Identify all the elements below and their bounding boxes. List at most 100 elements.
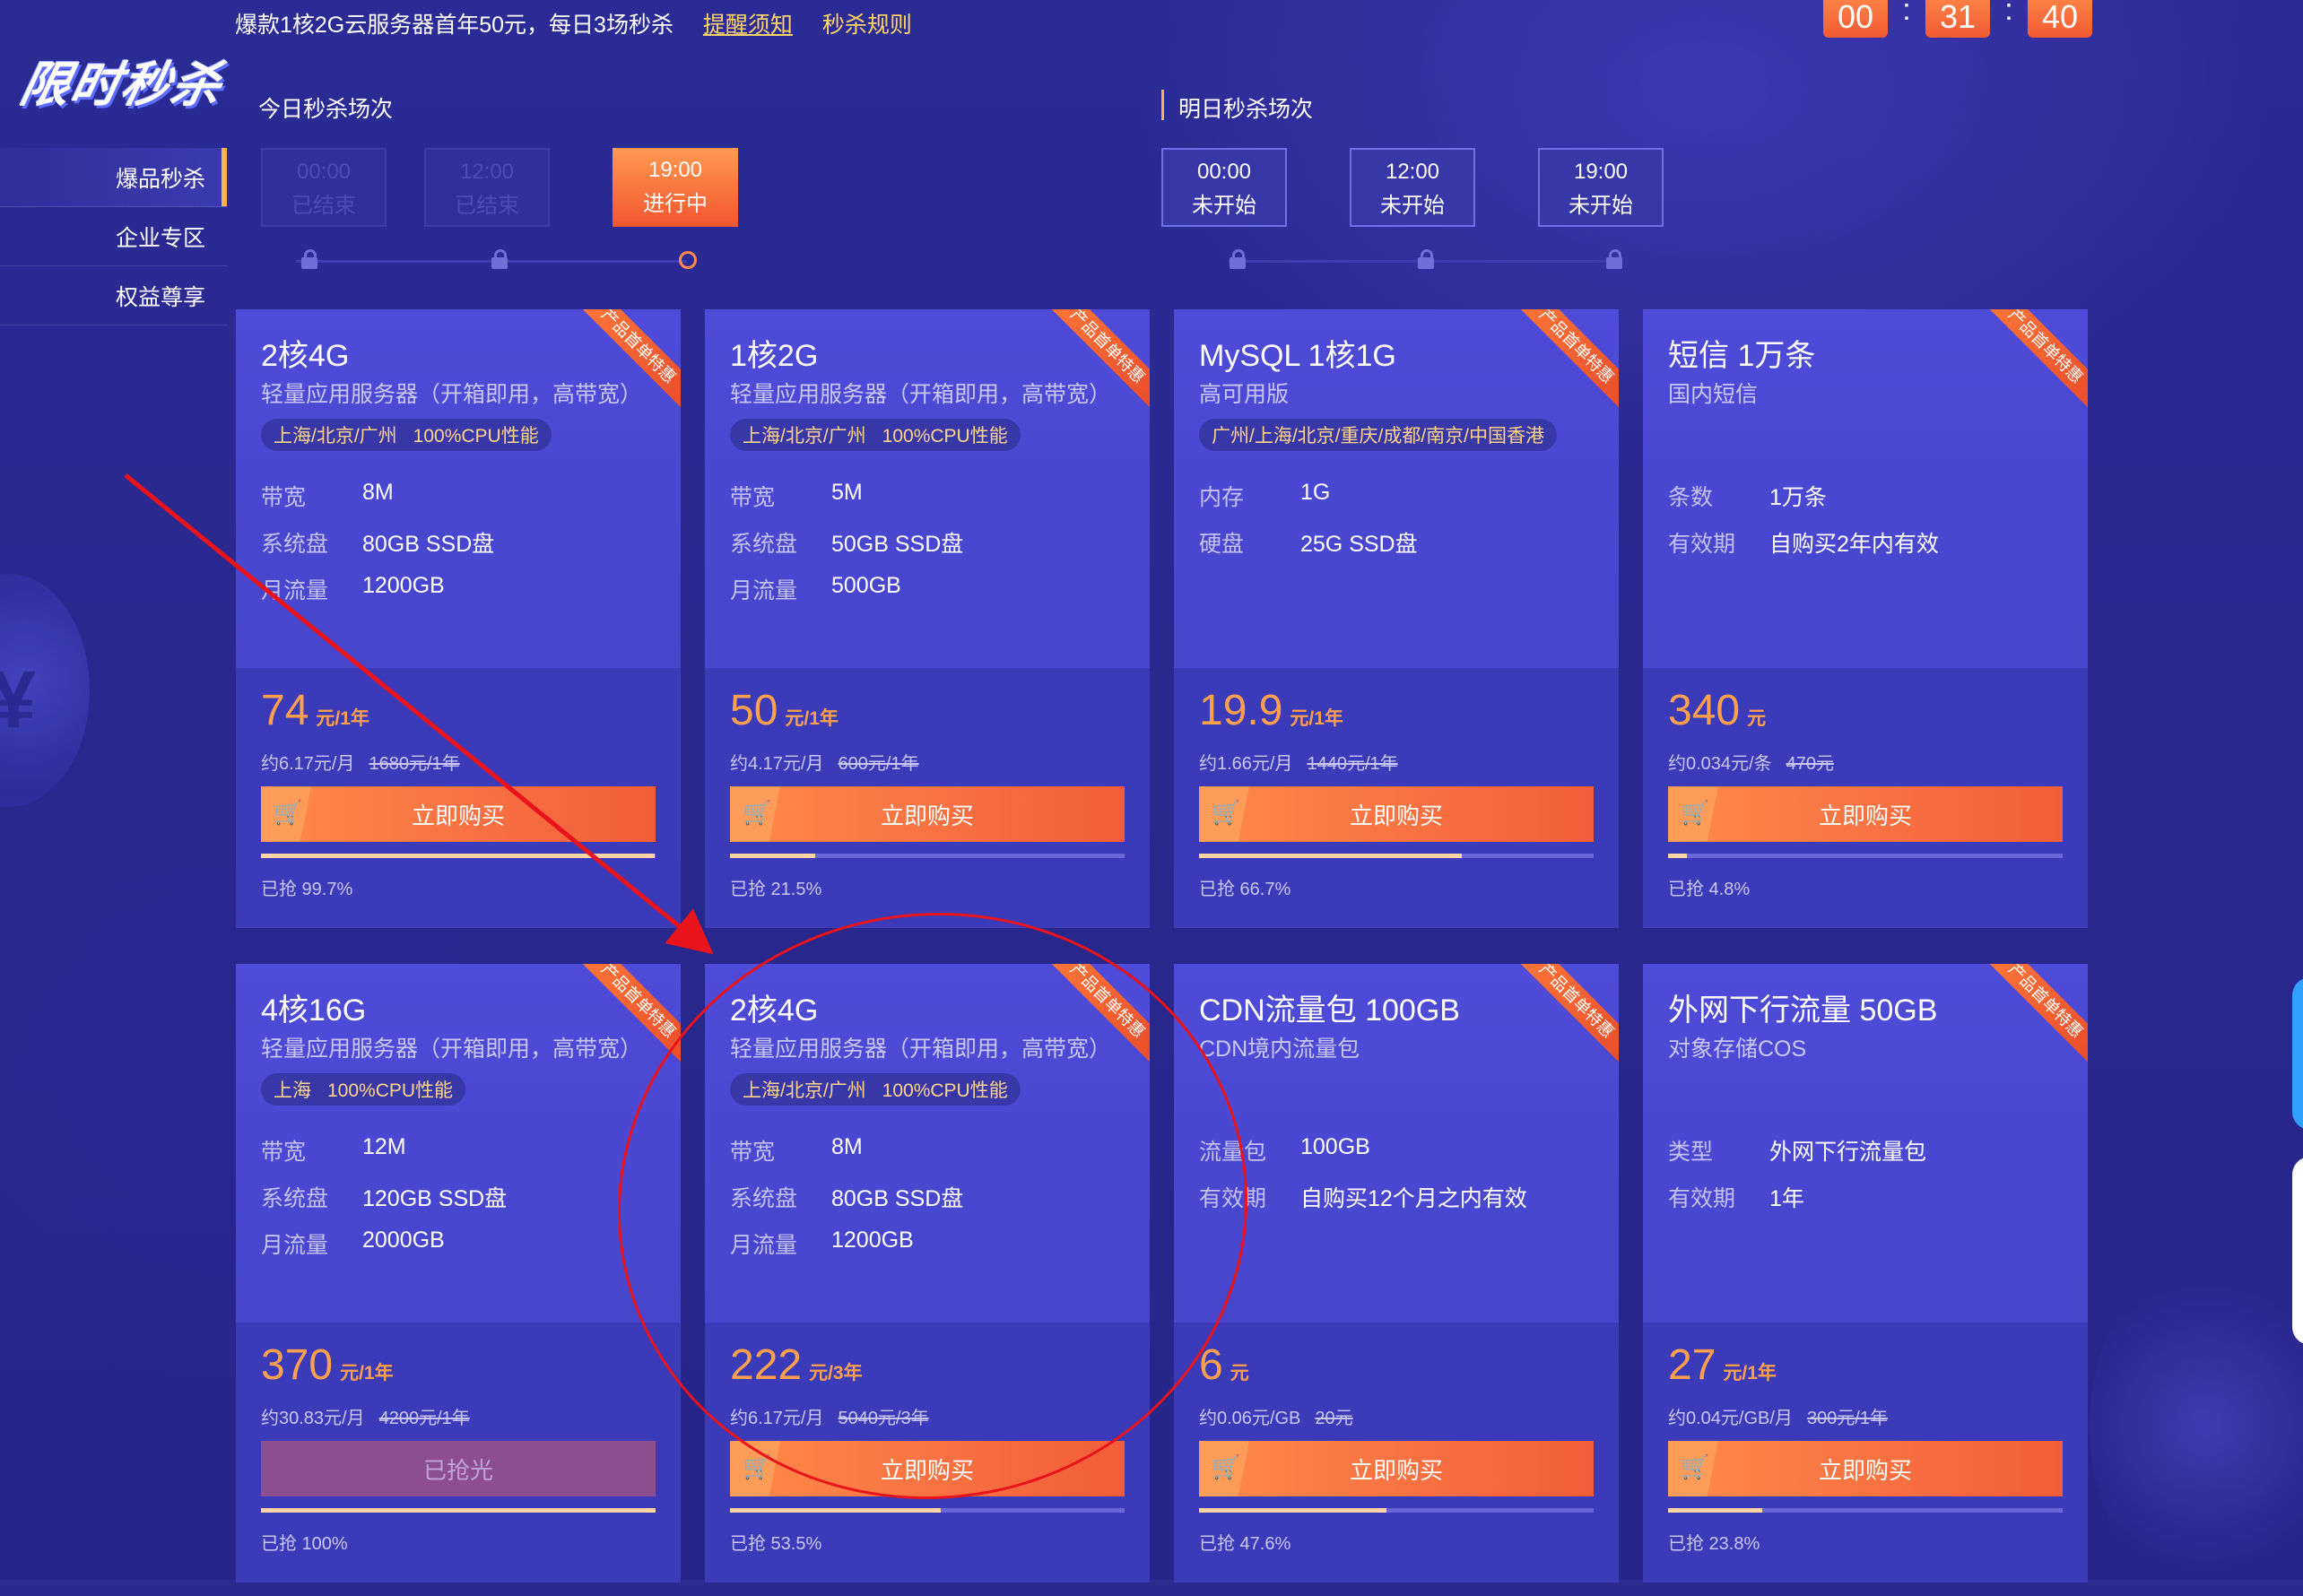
product-card: 产品首单特惠 短信 1万条 国内短信 条数 1万条 有效期 自购买2年内有效 340 元约0.0… [1643,309,2088,928]
sale-progress-bar [1668,1508,2063,1513]
unit-price: 约0.034元/条 [1668,754,1772,774]
spec-label: 有效期 [1199,1186,1267,1211]
unit-price: 约0.06元/GB [1199,1409,1301,1428]
spec-label: 有效期 [1668,532,1736,557]
spec-label: 硬盘 [1199,532,1245,557]
price-value: 50 [730,687,778,734]
price-value: 340 [1668,687,1741,734]
sale-progress-bar [730,1508,1125,1513]
today-sessions-title: 今日秒杀场次 [258,97,394,122]
unit-price: 约4.17元/月 [730,754,824,774]
spec-value: 2000GB [362,1227,445,1253]
price: 340 元 [1668,686,1766,735]
buy-now-button[interactable]: 🛒 立即购买 [1668,1441,2063,1496]
spec-row: 系统盘 120GB SSD盘 [261,1181,507,1213]
unit-price: 约0.04元/GB/月 [1668,1409,1793,1428]
price: 6元 [1199,1340,1249,1390]
spec-label: 系统盘 [730,532,798,557]
buy-now-button[interactable]: 🛒 立即购买 [261,786,656,842]
spec-label: 月流量 [261,1233,329,1258]
buy-now-button[interactable]: 🛒 立即购买 [1199,1441,1594,1496]
spec-row: 类型 外网下行流量包 [1668,1134,1926,1167]
reminder-link[interactable]: 提醒须知 [703,13,793,38]
session-today-0000[interactable]: 00:00 已结束 [261,148,387,227]
spec-row: 系统盘 50GB SSD盘 [730,526,963,559]
sidebar-item-benefits[interactable]: 权益尊享 [0,266,227,325]
session-today-1900[interactable]: 19:00 进行中 [613,148,738,227]
price-detail: 约1.66元/月 1440元/1年 [1199,749,1398,775]
spec-value: 自购买2年内有效 [1769,532,1939,557]
tag-region: 上海/北京/广州 100%CPU性能 [730,1073,1021,1106]
lock-icon [1604,249,1624,269]
spec-label: 类型 [1668,1140,1714,1165]
sold-out-button: 已抢光 [261,1441,656,1496]
price-detail: 约6.17元/月 5040元/3年 [730,1403,929,1429]
spec-value: 25G SSD盘 [1300,532,1418,557]
spec-value: 12M [362,1134,406,1159]
unit-price: 约30.83元/月 [261,1409,365,1428]
price-value: 6 [1199,1341,1223,1389]
sale-progress-bar [1199,1508,1594,1513]
spec-row: 月流量 1200GB [730,1227,914,1260]
price-unit: 元/1年 [1723,1363,1777,1383]
price-unit: 元/1年 [1290,708,1343,729]
spec-row: 带宽 12M [261,1134,406,1167]
cart-icon: 🛒 [1668,786,1718,842]
spec-label: 月流量 [261,578,329,603]
spec-label: 月流量 [730,578,798,603]
sidebar: 爆品秒杀 企业专区 权益尊享 [0,148,227,325]
spec-label: 流量包 [1199,1140,1267,1165]
card-title: 4核16G [261,993,367,1028]
card-subtitle: CDN境内流量包 [1199,1037,1360,1062]
price-unit: 元/3年 [809,1363,863,1383]
price-detail: 约0.06元/GB 20元 [1199,1403,1353,1429]
card-title: CDN流量包 100GB [1199,993,1460,1028]
spec-row: 系统盘 80GB SSD盘 [730,1181,963,1213]
lock-icon [1416,249,1436,269]
session-tomorrow-0000[interactable]: 00:00 未开始 [1161,148,1287,227]
spec-row: 带宽 8M [261,480,394,512]
spec-row: 有效期 自购买12个月之内有效 [1199,1181,1527,1213]
side-float-tab[interactable] [2292,1157,2303,1345]
price: 19.9 元/1年 [1199,686,1343,735]
buy-now-button[interactable]: 🛒 立即购买 [730,786,1125,842]
spec-row: 带宽 5M [730,480,863,512]
spec-label: 月流量 [730,1233,798,1258]
price: 370 元/1年 [261,1340,394,1390]
sale-progress-bar [1668,854,2063,858]
session-tomorrow-1200[interactable]: 12:00 未开始 [1350,148,1475,227]
sale-progress-bar [261,854,656,858]
price-detail: 约4.17元/月 600元/1年 [730,749,919,775]
original-price: 300元/1年 [1806,1409,1888,1428]
buy-now-button[interactable]: 🛒 立即购买 [730,1441,1125,1496]
card-title: 2核4G [261,339,350,373]
rules-link[interactable]: 秒杀规则 [822,13,912,38]
spec-value: 80GB SSD盘 [362,532,495,557]
spec-value: 5M [831,480,863,505]
sidebar-item-hot-sale[interactable]: 爆品秒杀 [0,148,227,207]
card-subtitle: 轻量应用服务器（开箱即用，高带宽） [730,1037,1112,1062]
sidebar-item-enterprise[interactable]: 企业专区 [0,207,227,266]
top-notice: 爆款1核2G云服务器首年50元，每日3场秒杀 提醒须知 秒杀规则 [235,7,912,39]
card-subtitle: 国内短信 [1668,382,1759,407]
card-title: 短信 1万条 [1668,339,1816,373]
side-float-tab[interactable] [2292,977,2303,1130]
product-card: 产品首单特惠 2核4G 轻量应用服务器（开箱即用，高带宽） 上海/北京/广州 100%C… [236,309,681,928]
sold-percentage: 已抢 100% [261,1534,348,1554]
sold-percentage: 已抢 23.8% [1668,1534,1760,1554]
buy-now-button[interactable]: 🛒 立即购买 [1199,786,1594,842]
original-price: 4200元/1年 [378,1409,470,1428]
tag-region: 广州/上海/北京/重庆/成都/南京/中国香港 [1199,419,1558,451]
card-subtitle: 高可用版 [1199,382,1290,407]
price-unit: 元/1年 [785,708,839,729]
card-title: 2核4G [730,993,819,1028]
session-tomorrow-1900[interactable]: 19:00 未开始 [1538,148,1664,227]
price: 74 元/1年 [261,686,369,735]
tag-perf: 100%CPU性能 [882,426,1008,447]
buy-now-button[interactable]: 🛒 立即购买 [1668,786,2063,842]
spec-value: 8M [362,480,394,505]
session-today-1200[interactable]: 12:00 已结束 [424,148,550,227]
spec-value: 100GB [1300,1134,1370,1159]
tag-perf: 100%CPU性能 [413,426,539,447]
price: 222 元/3年 [730,1340,863,1390]
